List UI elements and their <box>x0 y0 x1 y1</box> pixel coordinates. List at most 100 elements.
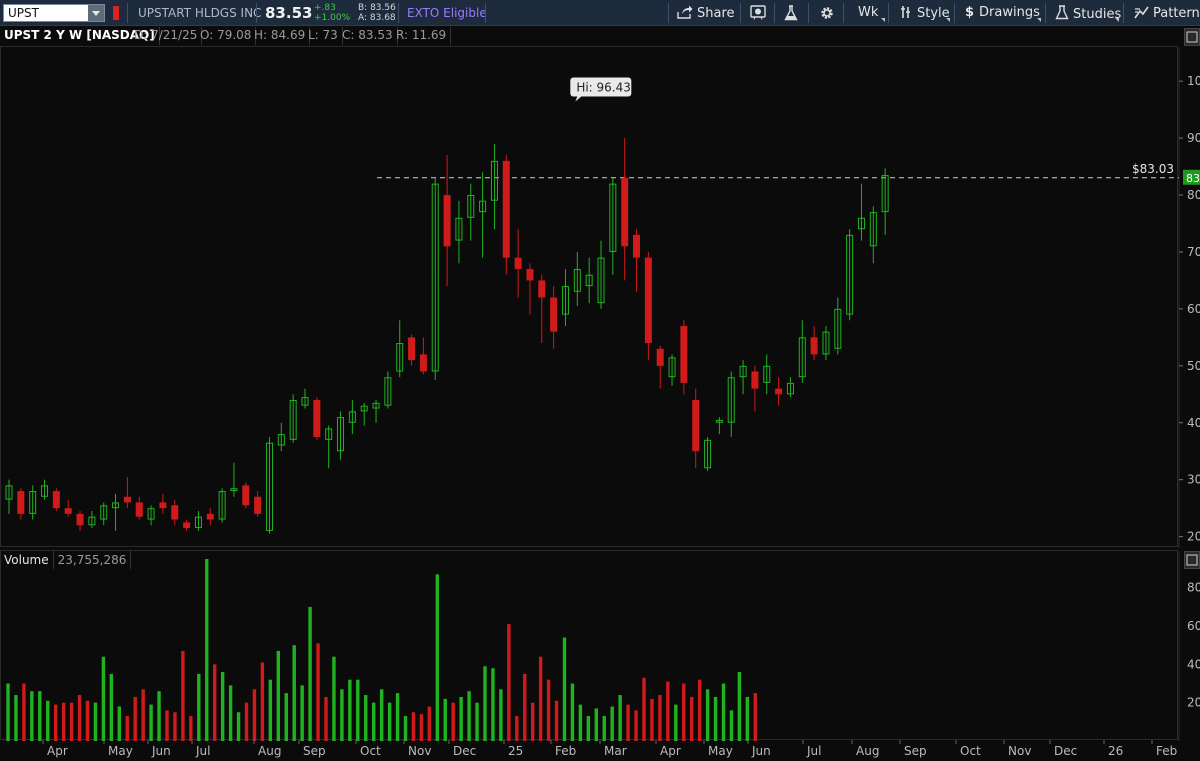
price-chart-panel[interactable]: 10 90 80 70 60 50 40 30 20 $83.03 83 Hi: 96.43 <box>0 46 1200 548</box>
gear-icon[interactable] <box>819 5 835 25</box>
time-axis-label: Mar <box>604 744 627 758</box>
volume-bar <box>451 702 455 741</box>
volume-bar <box>22 683 26 741</box>
symbol-dropdown-icon[interactable] <box>88 5 104 21</box>
patterns-icon <box>1134 6 1149 19</box>
volume-bar <box>499 689 503 741</box>
time-axis-label: Jul <box>806 744 821 758</box>
volume-title: Volume <box>0 551 54 569</box>
patterns-label: Patterns <box>1153 6 1200 21</box>
volume-bar <box>54 704 58 741</box>
studies-button[interactable]: Studies <box>1055 5 1121 22</box>
candle-body <box>254 496 262 514</box>
candle-body <box>159 502 167 509</box>
candle <box>857 183 865 241</box>
volume-bar <box>244 702 249 741</box>
volume-bar <box>141 689 145 741</box>
volume-axis-label: 60 <box>1187 619 1200 633</box>
flag-icon[interactable] <box>113 6 119 20</box>
volume-bar <box>284 693 288 741</box>
divider <box>485 3 486 23</box>
flask-icon[interactable] <box>784 5 798 25</box>
divider <box>954 3 955 23</box>
bid-value: B: 83.56 <box>358 3 396 13</box>
volume-bar <box>93 702 98 741</box>
aggregation-period-button[interactable]: Wk <box>858 5 878 20</box>
volume-bar <box>411 712 416 741</box>
divider <box>888 3 889 23</box>
time-axis-label: Nov <box>408 744 431 758</box>
time-axis-label: Aug <box>856 744 879 758</box>
divider <box>774 3 775 23</box>
candle <box>313 397 321 440</box>
candle-body <box>123 496 131 503</box>
bid-ask: B: 83.56 A: 83.68 <box>358 3 396 23</box>
volume-bar <box>395 693 400 741</box>
volume-bar <box>101 656 106 741</box>
candle-body <box>206 513 214 520</box>
time-axis-label: Apr <box>660 744 681 758</box>
drawings-button[interactable]: $ Drawings <box>965 5 1040 20</box>
time-axis-label: May <box>108 744 133 758</box>
volume-bar <box>690 696 694 741</box>
expand-panel-button[interactable] <box>1184 28 1200 46</box>
time-axis-label: Feb <box>555 744 576 758</box>
time-axis-label: Jun <box>151 744 171 758</box>
exto-eligible-badge[interactable]: EXTO Eligible <box>407 6 487 20</box>
candle <box>561 269 569 326</box>
candle <box>751 365 759 412</box>
volume-bar <box>705 689 710 741</box>
patterns-button[interactable]: Patterns <box>1134 5 1200 21</box>
candle <box>183 519 191 531</box>
candle <box>597 240 605 309</box>
bar-date: D: 7/21/25 <box>130 27 203 45</box>
last-price-line-label: $83.03 <box>1132 162 1174 176</box>
divider <box>127 3 128 23</box>
time-axis-label: Nov <box>1008 744 1031 758</box>
candle <box>206 508 214 526</box>
bar-open: O: 79.08 <box>196 27 257 45</box>
hi-bubble-pointer <box>575 96 582 102</box>
style-button[interactable]: Style <box>899 5 950 21</box>
volume-bar <box>443 698 447 741</box>
candle <box>29 485 37 520</box>
share-button[interactable]: Share <box>677 5 735 21</box>
alert-icon[interactable] <box>750 5 766 24</box>
volume-bar <box>30 691 34 741</box>
price-axis-label: 90 <box>1187 131 1200 145</box>
volume-bar <box>77 695 82 741</box>
hi-bubble-text: Hi: 96.43 <box>576 80 631 94</box>
volume-bar <box>324 696 328 741</box>
candle <box>337 411 345 460</box>
symbol-text[interactable]: UPST <box>8 6 39 20</box>
volume-bar <box>292 645 296 741</box>
volume-bar <box>165 710 169 741</box>
candle-body <box>692 399 700 452</box>
candle <box>467 183 475 241</box>
volume-bar <box>173 712 177 741</box>
symbol-input[interactable]: UPST <box>3 4 105 22</box>
volume-bar <box>300 685 304 741</box>
volume-bar <box>729 710 734 741</box>
candle <box>538 274 546 344</box>
candle <box>846 229 854 321</box>
volume-axis-label: 40 <box>1187 657 1200 671</box>
beaker-icon <box>1055 5 1069 20</box>
candle-body <box>656 348 664 366</box>
style-label: Style <box>917 6 950 21</box>
volume-bar <box>745 696 750 741</box>
time-axis[interactable]: Apr May Jun Jul Aug Sep Oct Nov Dec 25 Feb Mar Apr Ma… <box>0 740 1200 761</box>
candle <box>775 377 783 406</box>
divider <box>740 3 741 23</box>
candle-body <box>313 399 321 437</box>
candle <box>810 325 818 361</box>
candle <box>644 251 652 361</box>
volume-chart-panel[interactable]: 80 60 40 20 <box>0 550 1200 741</box>
volume-bar <box>634 710 638 741</box>
time-axis-label: Dec <box>1054 744 1077 758</box>
volume-chart[interactable]: 80 60 40 20 <box>1 551 1200 741</box>
price-chart[interactable]: 10 90 80 70 60 50 40 30 20 $83.03 83 Hi: 96.43 <box>1 47 1200 548</box>
candle-body <box>775 388 783 395</box>
volume-bar <box>46 700 50 741</box>
divider <box>398 3 399 23</box>
